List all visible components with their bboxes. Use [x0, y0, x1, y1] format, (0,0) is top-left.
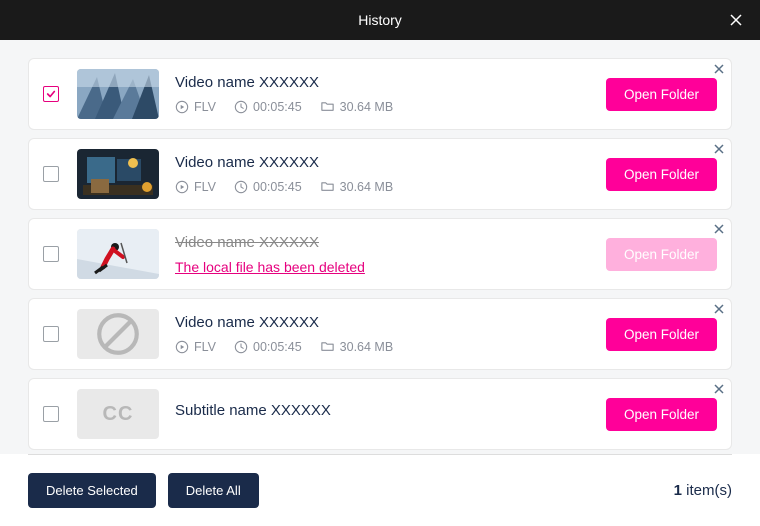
clock-icon: [234, 340, 248, 354]
row-remove-button[interactable]: [713, 303, 725, 315]
check-icon: [46, 89, 56, 99]
meta-size: 30.64 MB: [320, 179, 394, 194]
delete-selected-button[interactable]: Delete Selected: [28, 473, 156, 508]
meta-format: FLV: [175, 100, 216, 114]
row-meta: FLV 00:05:45 30.64 MB: [175, 339, 606, 354]
window-title: History: [358, 12, 402, 28]
row-title: Video name XXXXXX: [175, 234, 606, 251]
meta-duration: 00:05:45: [234, 100, 302, 114]
row-thumbnail: [77, 69, 159, 119]
close-icon: [713, 143, 725, 155]
history-row: Video name XXXXXX The local file has been…: [28, 218, 732, 290]
meta-duration: 00:05:45: [234, 180, 302, 194]
count-number: 1: [674, 482, 682, 499]
footer-bar: Delete Selected Delete All 1 item(s): [28, 454, 732, 526]
row-checkbox[interactable]: [43, 246, 59, 262]
format-label: FLV: [194, 340, 216, 354]
meta-format: FLV: [175, 180, 216, 194]
window-header: History: [0, 0, 760, 40]
row-checkbox[interactable]: [43, 166, 59, 182]
row-title: Video name XXXXXX: [175, 314, 606, 331]
row-thumbnail: [77, 229, 159, 279]
row-info: Video name XXXXXX The local file has been…: [175, 234, 606, 275]
row-remove-button[interactable]: [713, 63, 725, 75]
meta-size: 30.64 MB: [320, 339, 394, 354]
row-checkbox[interactable]: [43, 86, 59, 102]
close-icon: [728, 12, 744, 28]
duration-label: 00:05:45: [253, 340, 302, 354]
no-entry-icon: [77, 309, 159, 359]
meta-size: 30.64 MB: [320, 99, 394, 114]
size-label: 30.64 MB: [340, 180, 394, 194]
row-info: Video name XXXXXX FLV 00:05:45 30.64 MB: [175, 74, 606, 114]
play-circle-icon: [175, 100, 189, 114]
row-thumbnail: [77, 309, 159, 359]
row-remove-button[interactable]: [713, 223, 725, 235]
folder-icon: [320, 179, 335, 194]
row-thumbnail: CC: [77, 389, 159, 439]
open-folder-button[interactable]: Open Folder: [606, 158, 717, 191]
delete-all-button[interactable]: Delete All: [168, 473, 259, 508]
row-remove-button[interactable]: [713, 383, 725, 395]
row-checkbox[interactable]: [43, 406, 59, 422]
format-label: FLV: [194, 180, 216, 194]
folder-icon: [320, 339, 335, 354]
open-folder-button[interactable]: Open Folder: [606, 78, 717, 111]
open-folder-button[interactable]: Open Folder: [606, 318, 717, 351]
format-label: FLV: [194, 100, 216, 114]
row-info: Video name XXXXXX FLV 00:05:45 30.64 MB: [175, 314, 606, 354]
play-circle-icon: [175, 340, 189, 354]
meta-duration: 00:05:45: [234, 340, 302, 354]
row-title: Subtitle name XXXXXX: [175, 402, 606, 419]
close-icon: [713, 303, 725, 315]
open-folder-button: Open Folder: [606, 238, 717, 271]
play-circle-icon: [175, 180, 189, 194]
close-icon: [713, 63, 725, 75]
folder-icon: [320, 99, 335, 114]
history-list: Video name XXXXXX FLV 00:05:45 30.64 MB Open…: [0, 40, 760, 454]
row-info: Subtitle name XXXXXX: [175, 402, 606, 427]
row-title: Video name XXXXXX: [175, 154, 606, 171]
history-row: Video name XXXXXX FLV 00:05:45 30.64 MB Open…: [28, 58, 732, 130]
duration-label: 00:05:45: [253, 180, 302, 194]
count-suffix: item(s): [682, 482, 732, 499]
close-icon: [713, 223, 725, 235]
history-row: Video name XXXXXX FLV 00:05:45 30.64 MB Open…: [28, 138, 732, 210]
open-folder-button[interactable]: Open Folder: [606, 398, 717, 431]
row-checkbox[interactable]: [43, 326, 59, 342]
close-icon: [713, 383, 725, 395]
row-title: Video name XXXXXX: [175, 74, 606, 91]
history-row: Video name XXXXXX FLV 00:05:45 30.64 MB Open…: [28, 298, 732, 370]
row-meta: FLV 00:05:45 30.64 MB: [175, 99, 606, 114]
history-row: CC Subtitle name XXXXXXOpen Folder: [28, 378, 732, 450]
clock-icon: [234, 180, 248, 194]
row-info: Video name XXXXXX FLV 00:05:45 30.64 MB: [175, 154, 606, 194]
duration-label: 00:05:45: [253, 100, 302, 114]
selection-count: 1 item(s): [674, 482, 732, 499]
row-remove-button[interactable]: [713, 143, 725, 155]
row-thumbnail: [77, 149, 159, 199]
meta-format: FLV: [175, 340, 216, 354]
size-label: 30.64 MB: [340, 100, 394, 114]
row-meta: FLV 00:05:45 30.64 MB: [175, 179, 606, 194]
clock-icon: [234, 100, 248, 114]
close-button[interactable]: [728, 12, 744, 28]
size-label: 30.64 MB: [340, 340, 394, 354]
cc-icon: CC: [103, 403, 134, 426]
deleted-message[interactable]: The local file has been deleted: [175, 259, 606, 275]
